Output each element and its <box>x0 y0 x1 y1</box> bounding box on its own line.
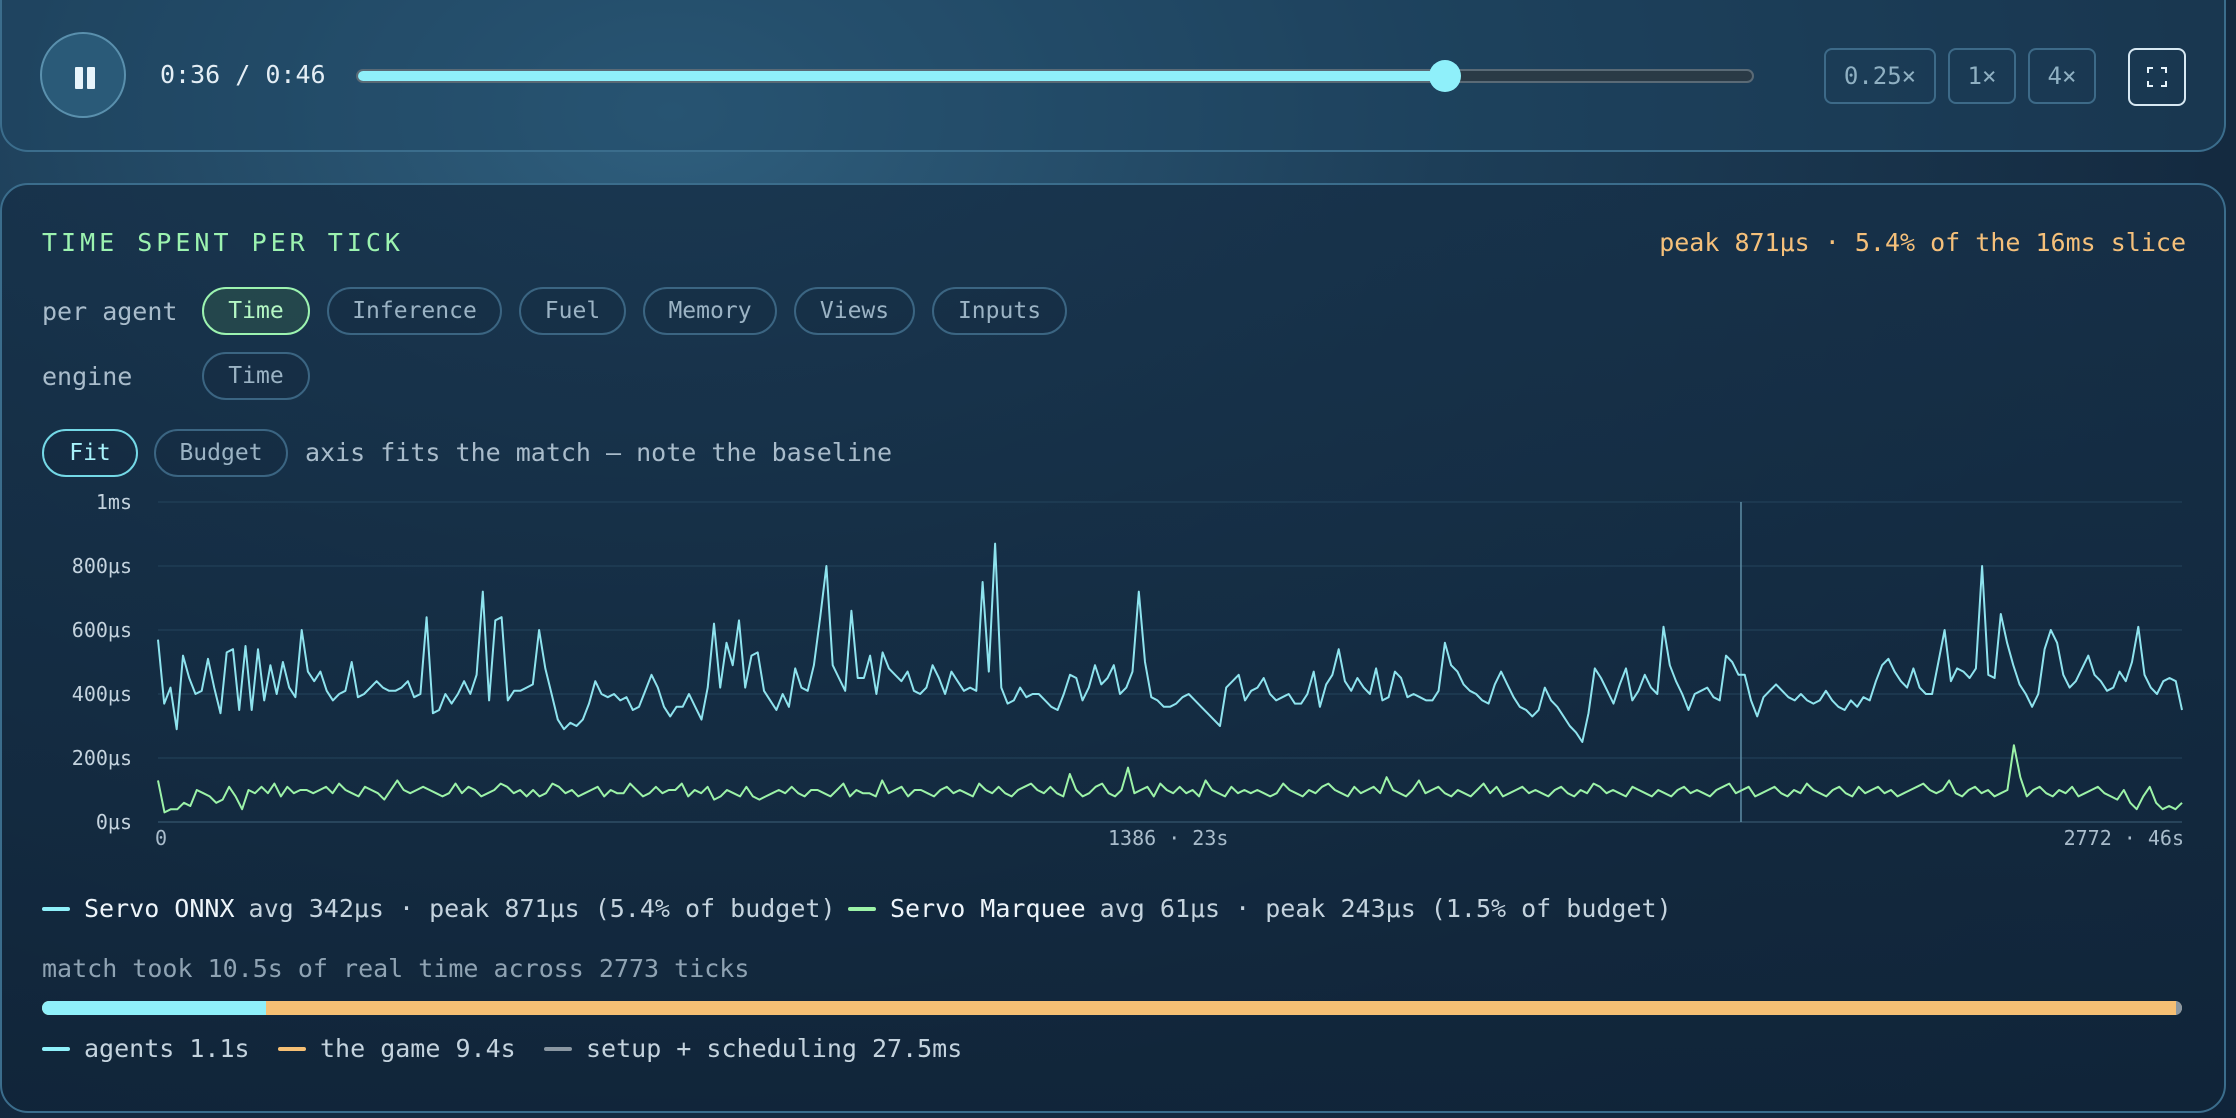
breakdown-legend-game: the game 9.4s <box>278 1034 516 1063</box>
scale-note: axis fits the match — note the baseline <box>305 438 892 467</box>
breakdown-legend-agents: agents 1.1s <box>42 1034 250 1063</box>
y-tick-800: 800μs <box>71 554 132 578</box>
speed-quarter-button[interactable]: 0.25× <box>1824 48 1936 104</box>
x-tick-start: 0 <box>155 826 168 850</box>
pause-icon-bar <box>87 67 95 89</box>
peak-summary: peak 871μs · 5.4% of the 16ms slice <box>1659 228 2186 257</box>
breakdown-swatch-game <box>278 1046 306 1051</box>
breakdown-label-game: the game 9.4s <box>320 1034 516 1063</box>
breakdown-legend-setup: setup + scheduling 27.5ms <box>544 1034 962 1063</box>
legend-name-marquee: Servo Marquee <box>890 894 1086 923</box>
timeline-progress-fill <box>358 71 1446 81</box>
speed-4x-button[interactable]: 4× <box>2028 48 2096 104</box>
fullscreen-button[interactable] <box>2128 48 2186 106</box>
pause-icon <box>75 67 83 89</box>
per-agent-label: per agent <box>42 297 178 326</box>
pause-button[interactable] <box>40 32 126 118</box>
metric-chip-memory[interactable]: Memory <box>643 287 777 335</box>
metric-chip-views[interactable]: Views <box>794 287 915 335</box>
y-tick-1ms: 1ms <box>95 490 132 514</box>
metric-chip-inference[interactable]: Inference <box>327 287 502 335</box>
timeline-scrubber[interactable] <box>356 60 1754 92</box>
breakdown-segment-game <box>265 1001 2177 1015</box>
y-tick-400: 400μs <box>71 682 132 706</box>
match-duration-note: match took 10.5s of real time across 277… <box>42 954 750 983</box>
metric-chip-inputs[interactable]: Inputs <box>932 287 1067 335</box>
y-tick-200: 200μs <box>71 746 132 770</box>
legend-name-onnx: Servo ONNX <box>84 894 235 923</box>
playback-bar: 0:36 / 0:46 0.25× 1× 4× <box>0 0 2226 152</box>
legend-stats-marquee: avg 61μs · peak 243μs (1.5% of budget) <box>1099 894 1672 923</box>
breakdown-swatch-setup <box>544 1046 572 1051</box>
speed-1x-button[interactable]: 1× <box>1948 48 2016 104</box>
x-tick-mid: 1386 · 23s <box>1108 826 1229 850</box>
legend-servo-onnx: Servo ONNX avg 342μs · peak 871μs (5.4% … <box>42 894 836 923</box>
breakdown-swatch-agents <box>42 1046 70 1051</box>
engine-chip-time[interactable]: Time <box>202 352 310 400</box>
scale-budget-button[interactable]: Budget <box>154 429 288 477</box>
breakdown-segment-setup <box>2176 1001 2182 1015</box>
time-readout: 0:36 / 0:46 <box>160 60 326 89</box>
y-tick-0: 0μs <box>95 810 132 834</box>
scale-fit-button[interactable]: Fit <box>42 429 138 477</box>
engine-label: engine <box>42 362 133 391</box>
legend-swatch-marquee <box>848 906 876 911</box>
metric-chip-fuel[interactable]: Fuel <box>519 287 626 335</box>
legend-swatch-onnx <box>42 906 70 911</box>
time-breakdown-bar <box>42 1001 2182 1015</box>
legend-servo-marquee: Servo Marquee avg 61μs · peak 243μs (1.5… <box>848 894 1672 923</box>
fullscreen-icon <box>2147 67 2167 87</box>
metric-chip-time[interactable]: Time <box>202 287 310 335</box>
timeline-handle[interactable] <box>1429 60 1462 92</box>
breakdown-segment-agents <box>42 1001 266 1015</box>
legend-stats-onnx: avg 342μs · peak 871μs (5.4% of budget) <box>248 894 836 923</box>
panel-title: TIME SPENT PER TICK <box>42 228 404 257</box>
x-tick-end: 2772 · 46s <box>2063 826 2184 850</box>
breakdown-label-agents: agents 1.1s <box>84 1034 250 1063</box>
y-tick-600: 600μs <box>71 618 132 642</box>
breakdown-label-setup: setup + scheduling 27.5ms <box>586 1034 963 1063</box>
